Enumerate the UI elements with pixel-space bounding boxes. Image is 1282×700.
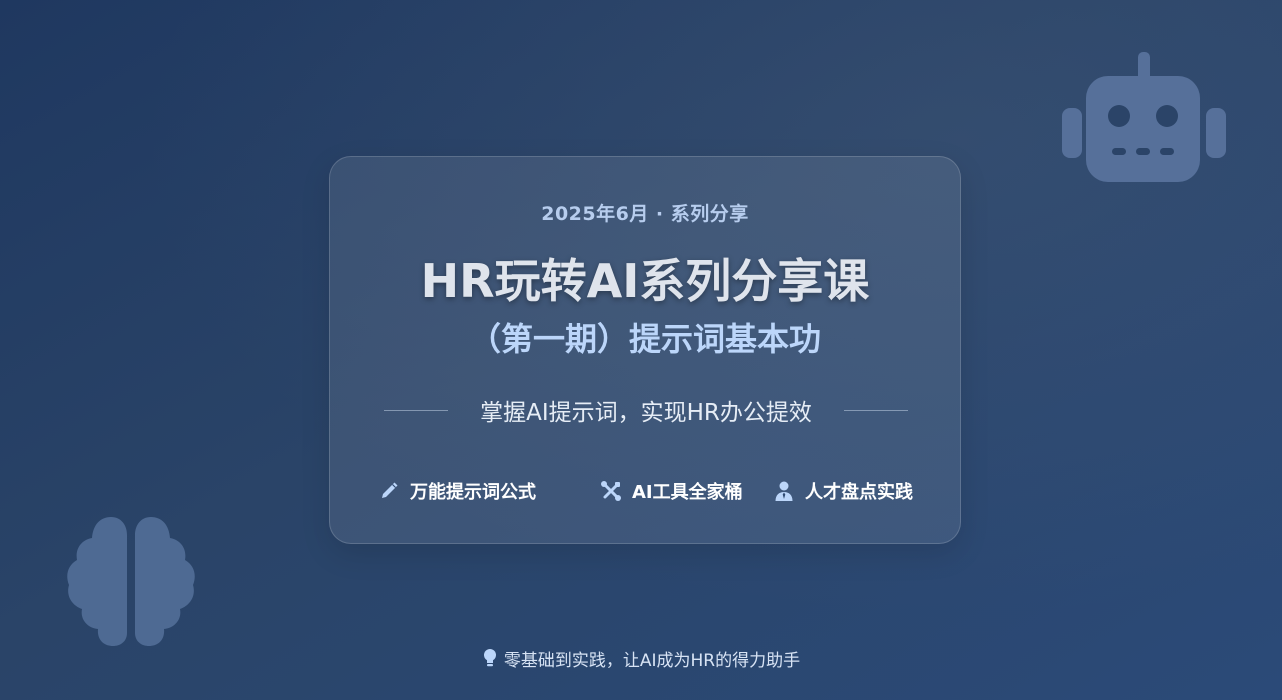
feature-list: 万能提示词公式 AI工具全家桶 人才盘点实践 (330, 477, 962, 505)
date-series-label: 2025年6月 · 系列分享 (541, 203, 749, 225)
feature-label: 万能提示词公式 (410, 482, 536, 503)
divider-right (843, 409, 908, 411)
page-subtitle: （第一期）提示词基本功 (468, 320, 821, 358)
user-tie-icon (775, 481, 793, 501)
footer-text: 零基础到实践，让AI成为HR的得力助手 (503, 650, 801, 671)
feature-label: AI工具全家桶 (632, 482, 743, 503)
tagline: 掌握AI提示词，实现HR办公提效 (480, 400, 812, 426)
divider-left (384, 409, 448, 411)
tools-icon (601, 481, 621, 501)
robot-icon (1062, 52, 1226, 182)
title-card: 2025年6月 · 系列分享 HR玩转AI系列分享课 （第一期）提示词基本功 掌… (329, 156, 961, 544)
feature-item-ai-tools: AI工具全家桶 (600, 477, 743, 505)
footer: 零基础到实践，让AI成为HR的得力助手 (0, 645, 1282, 671)
page-title: HR玩转AI系列分享课 (420, 254, 870, 308)
pencil-icon (382, 482, 398, 498)
brain-icon (67, 517, 195, 646)
feature-label: 人才盘点实践 (805, 482, 913, 503)
feature-item-prompt-formula: 万能提示词公式 (378, 477, 536, 505)
feature-item-talent-review: 人才盘点实践 (773, 477, 913, 505)
tagline-row: 掌握AI提示词，实现HR办公提效 (384, 393, 908, 427)
lightbulb-icon (483, 649, 496, 667)
